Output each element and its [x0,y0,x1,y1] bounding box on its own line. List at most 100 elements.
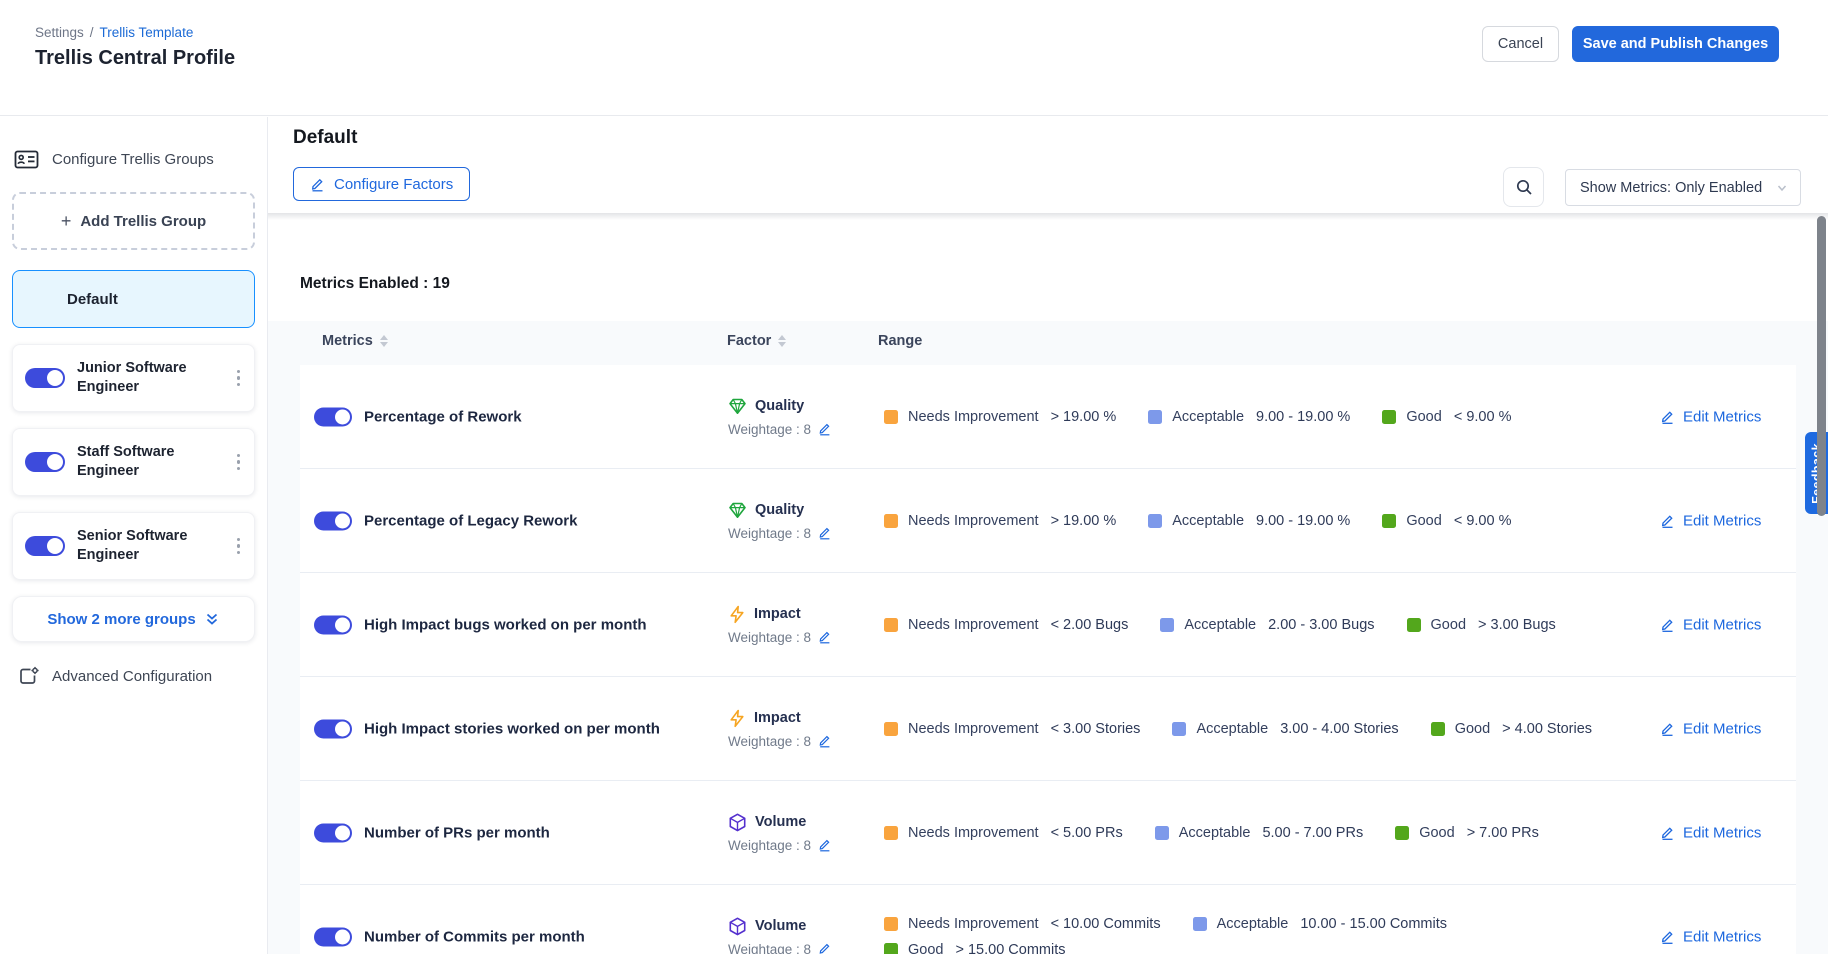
edit-metrics-button[interactable]: Edit Metrics [1660,616,1761,633]
group-name: Senior Software Engineer [77,527,219,565]
toggle-knob [47,538,63,554]
range-color-swatch [1431,722,1445,736]
column-header-factor[interactable]: Factor [727,333,786,349]
default-group-label: Default [67,291,118,308]
range-chip: Acceptable5.00 - 7.00 PRs [1155,825,1364,841]
factor-name: Volume [755,918,806,934]
group-enabled-toggle[interactable] [25,452,65,472]
metric-row: Percentage of Rework Quality Weightage :… [300,365,1796,469]
metric-enabled-toggle[interactable] [314,927,352,946]
range-value: < 9.00 % [1454,513,1512,529]
edit-weightage-pencil-icon[interactable] [818,422,832,436]
edit-metrics-label: Edit Metrics [1683,616,1761,633]
show-more-groups-button[interactable]: Show 2 more groups [12,596,255,642]
selected-group-title: Default [293,127,357,149]
range-chip: Acceptable3.00 - 4.00 Stories [1172,721,1398,737]
range-value: 9.00 - 19.00 % [1256,513,1350,529]
toggle-knob [335,513,350,528]
trellis-central-profile-page: Settings / Trellis Template Trellis Cent… [0,0,1828,954]
range-color-swatch [1155,826,1169,840]
edit-weightage-pencil-icon[interactable] [818,630,832,644]
range-value: > 19.00 % [1051,409,1117,425]
breadcrumb-trellis-template[interactable]: Trellis Template [100,25,194,40]
edit-weightage-pencil-icon[interactable] [818,942,832,954]
range-chip: Acceptable10.00 - 15.00 Commits [1193,916,1447,932]
edit-metrics-button[interactable]: Edit Metrics [1660,408,1761,425]
edit-pencil-icon [1660,513,1675,528]
metric-enabled-toggle[interactable] [314,719,352,738]
edit-weightage-pencil-icon[interactable] [818,734,832,748]
range-chip: Needs Improvement< 2.00 Bugs [884,617,1128,633]
edit-metrics-button[interactable]: Edit Metrics [1660,720,1761,737]
impact-bolt-icon [728,709,746,728]
group-enabled-toggle[interactable] [25,536,65,556]
advanced-config-icon [18,666,40,686]
edit-weightage-pencil-icon[interactable] [818,526,832,540]
factor-cell: Volume Weightage : 8 [728,813,878,853]
cancel-button[interactable]: Cancel [1482,26,1559,62]
quality-gem-icon [728,501,747,520]
show-metrics-filter-dropdown[interactable]: Show Metrics: Only Enabled [1565,169,1801,206]
column-header-metrics[interactable]: Metrics [322,333,388,349]
kebab-menu-icon[interactable] [231,450,247,475]
sidebar-group-card[interactable]: Staff Software Engineer [12,428,255,496]
range-chip: Good< 9.00 % [1382,513,1511,529]
range-value: 5.00 - 7.00 PRs [1262,825,1363,841]
kebab-menu-icon[interactable] [231,366,247,391]
range-color-swatch [884,826,898,840]
column-header-range: Range [878,333,922,349]
metrics-table: Metrics Factor Range Percentage of Rewor… [268,321,1828,954]
edit-weightage-pencil-icon[interactable] [818,838,832,852]
range-value: 3.00 - 4.00 Stories [1280,721,1399,737]
edit-metrics-button[interactable]: Edit Metrics [1660,512,1761,529]
edit-metrics-label: Edit Metrics [1683,824,1761,841]
metric-enabled-toggle[interactable] [314,823,352,842]
metric-row: Number of Commits per month Volume Weigh… [300,885,1796,954]
edit-metrics-button[interactable]: Edit Metrics [1660,824,1761,841]
metrics-table-card: Metrics Enabled : 19 Metrics Factor [268,213,1828,954]
range-label: Needs Improvement [908,617,1039,633]
add-trellis-group-button[interactable]: + Add Trellis Group [12,192,255,250]
range-chip: Good> 4.00 Stories [1431,721,1592,737]
kebab-menu-icon[interactable] [231,534,247,559]
breadcrumb-settings[interactable]: Settings [35,25,84,40]
range-color-swatch [1148,514,1162,528]
advanced-configuration-link[interactable]: Advanced Configuration [18,666,255,686]
range-label: Acceptable [1172,409,1244,425]
range-value: > 7.00 PRs [1467,825,1539,841]
configure-trellis-groups-label: Configure Trellis Groups [52,151,214,168]
range-value: 9.00 - 19.00 % [1256,409,1350,425]
range-value: > 3.00 Bugs [1478,617,1556,633]
group-enabled-toggle[interactable] [25,368,65,388]
edit-metrics-label: Edit Metrics [1683,408,1761,425]
page-title: Trellis Central Profile [35,47,235,70]
range-chip: Good> 3.00 Bugs [1407,617,1556,633]
range-color-swatch [884,722,898,736]
metric-row: Number of PRs per month Volume Weightage… [300,781,1796,885]
save-and-publish-button[interactable]: Save and Publish Changes [1572,26,1779,62]
search-icon [1515,178,1533,196]
edit-pencil-icon [1660,409,1675,424]
range-label: Needs Improvement [908,721,1039,737]
sidebar-item-default-group[interactable]: Default [12,270,255,328]
range-color-swatch [1193,917,1207,931]
sidebar-group-card[interactable]: Senior Software Engineer [12,512,255,580]
sidebar-group-card[interactable]: Junior Software Engineer [12,344,255,412]
edit-metrics-button[interactable]: Edit Metrics [1660,928,1761,945]
metric-enabled-toggle[interactable] [314,407,352,426]
configure-factors-button[interactable]: Configure Factors [293,167,470,201]
metric-enabled-toggle[interactable] [314,511,352,530]
vertical-scrollbar-thumb[interactable] [1817,216,1826,516]
metric-name: High Impact bugs worked on per month [364,615,647,635]
range-label: Good [1419,825,1454,841]
weightage-label: Weightage : 8 [728,942,811,954]
factor-column-label: Factor [727,333,771,349]
toggle-knob [335,721,350,736]
metric-enabled-toggle[interactable] [314,615,352,634]
range-color-swatch [1382,410,1396,424]
factor-cell: Quality Weightage : 8 [728,397,878,437]
range-line: Needs Improvement< 3.00 StoriesAcceptabl… [884,721,1624,737]
toggle-knob [47,454,63,470]
search-button[interactable] [1503,167,1544,207]
range-chip: Needs Improvement< 10.00 Commits [884,916,1161,932]
